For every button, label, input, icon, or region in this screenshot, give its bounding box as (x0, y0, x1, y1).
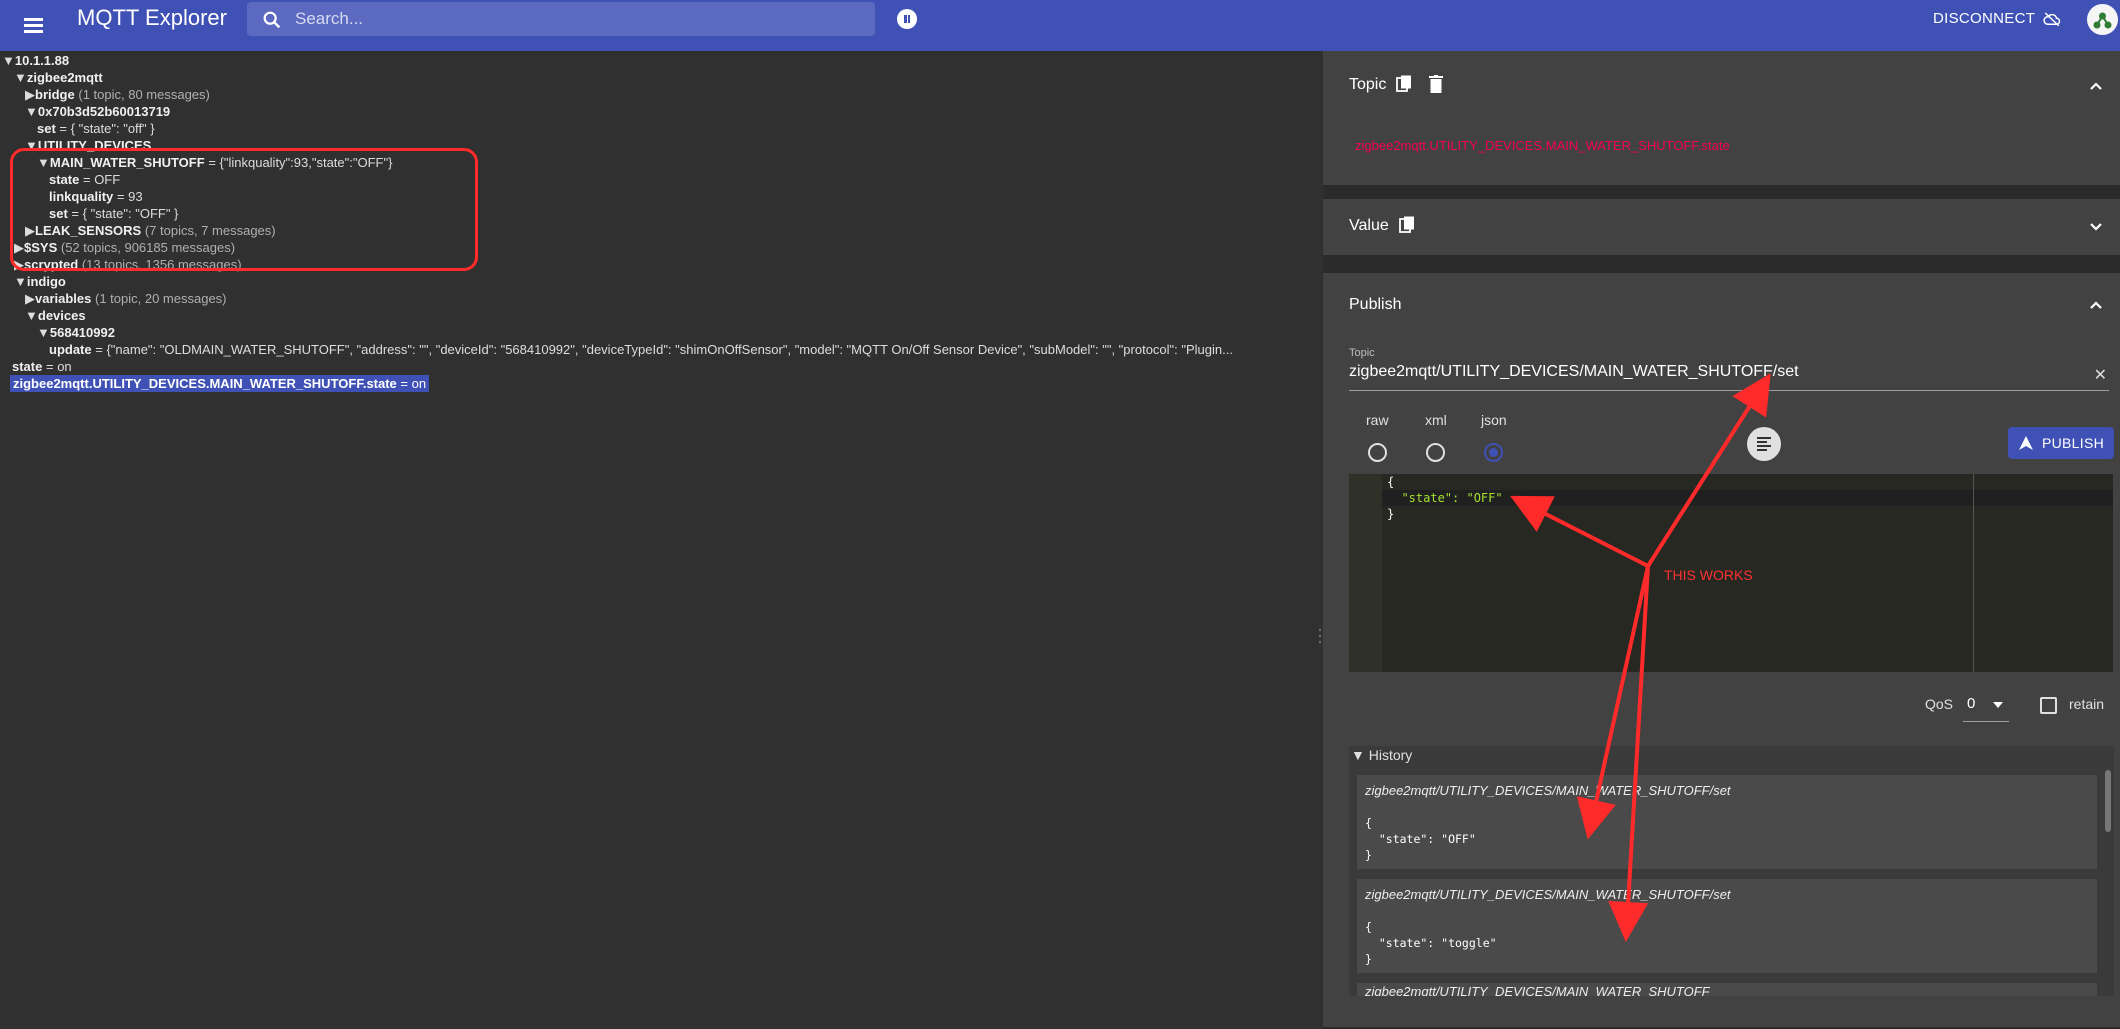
format-label-raw: raw (1366, 412, 1389, 428)
chevron-down-icon[interactable] (2090, 221, 2102, 233)
publish-button[interactable]: PUBLISH (2008, 427, 2114, 459)
history-toggle[interactable]: ▼ History (1351, 747, 1412, 763)
pause-icon[interactable] (897, 9, 917, 29)
tree-node-variables[interactable]: ▶variables (1 topic, 20 messages) (25, 290, 227, 307)
annotation-label: THIS WORKS (1664, 567, 1753, 583)
publish-topic-input[interactable]: zigbee2mqtt/UTILITY_DEVICES/MAIN_WATER_S… (1349, 363, 2109, 391)
editor-gutter (1349, 474, 1382, 672)
topic-card: Topic zigbee2mqtt.UTILITY_DEVICES.MAIN_W… (1323, 51, 2120, 185)
search-input[interactable] (295, 6, 855, 32)
tree-node-zigbee2mqtt[interactable]: ▼zigbee2mqtt (14, 69, 103, 86)
qos-select[interactable]: 0 (1963, 692, 2009, 722)
tree-node-root-state[interactable]: state = on (12, 358, 72, 375)
format-json-button[interactable] (1747, 427, 1781, 461)
publish-topic-value: zigbee2mqtt/UTILITY_DEVICES/MAIN_WATER_S… (1349, 363, 1799, 380)
annotation-highlight-box (10, 148, 478, 271)
tree-node-broker[interactable]: ▼10.1.1.88 (2, 52, 69, 69)
chevron-up-icon[interactable] (2090, 299, 2102, 311)
retain-label: retain (2069, 696, 2105, 712)
tree-node-selected[interactable]: zigbee2mqtt.UTILITY_DEVICES.MAIN_WATER_S… (10, 375, 430, 392)
menu-icon[interactable] (22, 13, 46, 37)
align-left-icon (1757, 437, 1771, 451)
editor-line-3: } (1387, 507, 1395, 521)
history-scrollbar[interactable] (2105, 770, 2111, 832)
avatar[interactable] (2087, 4, 2118, 35)
publish-title: Publish (1349, 296, 1402, 313)
history-title: History (1368, 747, 1413, 763)
delete-icon[interactable] (1429, 75, 1443, 93)
editor-line-1: { (1387, 475, 1395, 489)
copy-value-icon[interactable] (1399, 216, 1415, 234)
publish-button-label: PUBLISH (2041, 435, 2104, 451)
format-radio-xml[interactable] (1426, 443, 1445, 462)
history-item-body: { "state": "OFF" } (1365, 816, 1476, 862)
app-title: MQTT Explorer (77, 5, 227, 30)
send-icon (2018, 436, 2033, 450)
tree-node-update[interactable]: update = {"name": "OLDMAIN_WATER_SHUTOFF… (49, 341, 1317, 358)
qos-value: 0 (1967, 695, 1976, 712)
value-card[interactable]: Value (1323, 199, 2120, 255)
topic-path: zigbee2mqtt.UTILITY_DEVICES.MAIN_WATER_S… (1355, 138, 1730, 153)
history-item[interactable]: zigbee2mqtt/UTILITY_DEVICES/MAIN_WATER_S… (1357, 879, 2097, 973)
history-item-topic: zigbee2mqtt/UTILITY_DEVICES/MAIN_WATER_S… (1365, 783, 1731, 798)
qos-label: QoS (1925, 696, 1954, 712)
editor-print-margin (1973, 474, 1974, 672)
history-item-topic: zigbee2mqtt/UTILITY_DEVICES/MAIN_WATER_S… (1365, 984, 1710, 996)
publish-topic-label: Topic (1349, 347, 1375, 359)
clear-icon[interactable]: ✕ (2094, 365, 2107, 385)
tree-node-indigo[interactable]: ▼indigo (14, 273, 66, 290)
tree-node-device-set[interactable]: set = { "state": "off" } (37, 120, 155, 137)
format-radio-json[interactable] (1484, 443, 1503, 462)
topic-title: Topic (1349, 76, 1387, 93)
value-title: Value (1349, 217, 1389, 234)
history-item-body: { "state": "toggle" } (1365, 920, 1497, 966)
cloud-off-icon (2043, 11, 2061, 26)
tree-node-devices[interactable]: ▼devices (25, 307, 86, 324)
tree-node-device-568[interactable]: ▼568410992 (37, 324, 115, 341)
copy-icon[interactable] (1396, 75, 1412, 93)
app-bar: MQTT Explorer DISCONNECT (0, 0, 2120, 51)
history-item-topic: zigbee2mqtt/UTILITY_DEVICES/MAIN_WATER_S… (1365, 887, 1731, 902)
disconnect-label: DISCONNECT (1933, 10, 2036, 27)
history-item[interactable]: zigbee2mqtt/UTILITY_DEVICES/MAIN_WATER_S… (1357, 775, 2097, 869)
format-label-xml: xml (1425, 412, 1447, 428)
search-bar[interactable] (247, 2, 875, 36)
editor-line-2: "state": "OFF" (1387, 491, 1503, 505)
app-root: MQTT Explorer DISCONNECT ▼10.1.1.88 ▼zig… (0, 0, 2120, 1029)
history-item[interactable]: zigbee2mqtt/UTILITY_DEVICES/MAIN_WATER_S… (1357, 983, 2097, 996)
retain-checkbox[interactable] (2040, 697, 2057, 714)
disconnect-button[interactable]: DISCONNECT (1933, 10, 2061, 27)
format-radio-raw[interactable] (1368, 443, 1387, 462)
caret-down-icon (1993, 702, 2003, 708)
topic-tree: ▼10.1.1.88 ▼zigbee2mqtt ▶bridge (1 topic… (0, 51, 1317, 1029)
tree-node-device[interactable]: ▼0x70b3d52b60013719 (25, 103, 170, 120)
app-logo-icon (2093, 12, 2112, 29)
tree-node-bridge[interactable]: ▶bridge (1 topic, 80 messages) (25, 86, 210, 103)
search-icon (263, 11, 281, 29)
chevron-up-icon[interactable] (2090, 80, 2102, 92)
format-label-json: json (1481, 412, 1507, 428)
